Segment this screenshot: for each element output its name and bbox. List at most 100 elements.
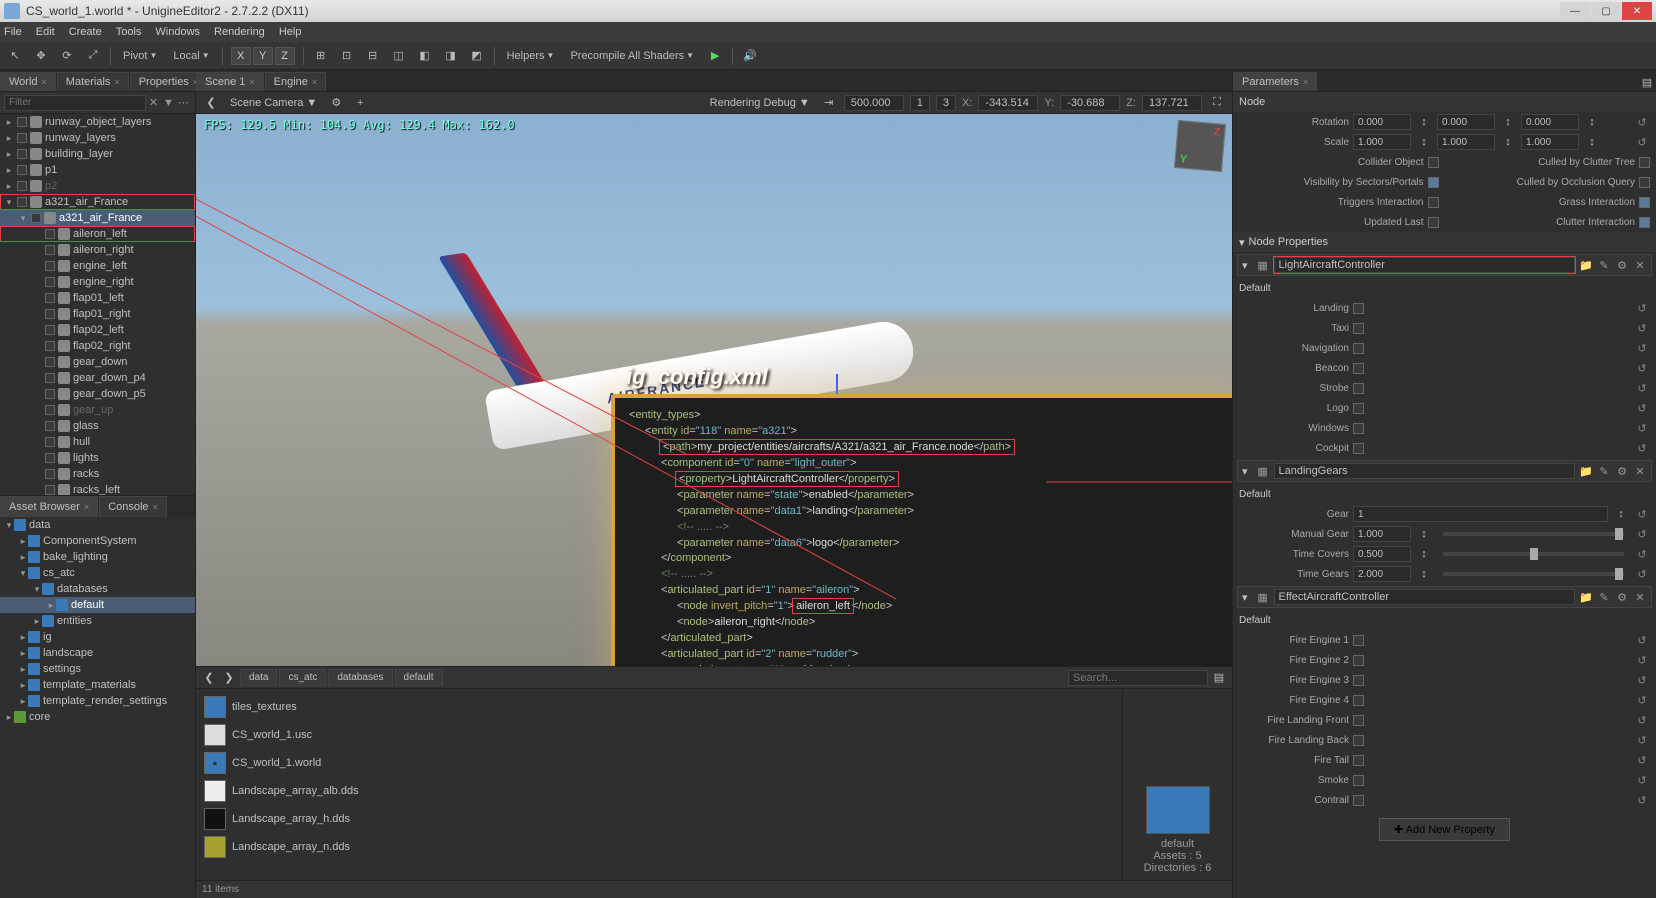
vp-x[interactable]: -343.514: [978, 95, 1038, 111]
tree-item[interactable]: lights: [0, 450, 195, 466]
axis-x[interactable]: X: [231, 47, 251, 65]
tree-item[interactable]: aileron_left: [0, 226, 195, 242]
sound-icon[interactable]: 🔊: [741, 47, 759, 65]
render-debug-dropdown[interactable]: Rendering Debug ▼: [706, 97, 814, 109]
reset-icon[interactable]: ↺: [1634, 136, 1650, 149]
asset-back-icon[interactable]: ❮: [200, 669, 218, 687]
folder-item[interactable]: ▸landscape: [0, 645, 195, 661]
tree-item[interactable]: ▾a321_air_France: [0, 194, 195, 210]
asset-view-icon[interactable]: ▤: [1210, 669, 1228, 687]
vp-back-icon[interactable]: ❮: [202, 94, 220, 112]
filter-icon[interactable]: ▼: [161, 95, 176, 111]
reset-icon[interactable]: ↺: [1634, 116, 1650, 129]
rotate-icon[interactable]: ⟳: [58, 47, 76, 65]
tree-item[interactable]: engine_right: [0, 274, 195, 290]
crumb-default[interactable]: default: [395, 669, 443, 686]
tree-item[interactable]: ▸runway_layers: [0, 130, 195, 146]
tree-item[interactable]: ▸p2: [0, 178, 195, 194]
asset-item[interactable]: ●CS_world_1.world: [200, 749, 1118, 777]
asset-item[interactable]: Landscape_array_h.dds: [200, 805, 1118, 833]
snap4-icon[interactable]: ◫: [390, 47, 408, 65]
menu-help[interactable]: Help: [279, 26, 302, 38]
vp-fullscreen-icon[interactable]: ⛶: [1208, 94, 1226, 112]
snap3-icon[interactable]: ⊟: [364, 47, 382, 65]
folder-item[interactable]: ▸default: [0, 597, 195, 613]
play-icon[interactable]: ▶: [706, 47, 724, 65]
scale-icon[interactable]: ⤢: [84, 47, 102, 65]
maximize-button[interactable]: ▢: [1591, 2, 1621, 20]
tree-item[interactable]: gear_down: [0, 354, 195, 370]
pivot-dropdown[interactable]: Pivot▼: [119, 50, 161, 62]
minimize-button[interactable]: —: [1560, 2, 1590, 20]
vp-plus-icon[interactable]: +: [351, 94, 369, 112]
tree-item[interactable]: engine_left: [0, 258, 195, 274]
folder-item[interactable]: ▸bake_lighting: [0, 549, 195, 565]
tree-item[interactable]: ▸p1: [0, 162, 195, 178]
asset-item[interactable]: tiles_textures: [200, 693, 1118, 721]
clear-icon[interactable]: ✕: [146, 95, 161, 111]
asset-folder-tree[interactable]: ▾data▸ComponentSystem▸bake_lighting▾cs_a…: [0, 517, 195, 898]
folder-item[interactable]: ▸entities: [0, 613, 195, 629]
tree-item[interactable]: flap01_right: [0, 306, 195, 322]
folder-item[interactable]: ▸template_render_settings: [0, 693, 195, 709]
vp-z[interactable]: 137.721: [1142, 95, 1202, 111]
folder-item[interactable]: ▾data: [0, 517, 195, 533]
tree-item[interactable]: aileron_right: [0, 242, 195, 258]
asset-item[interactable]: Landscape_array_alb.dds: [200, 777, 1118, 805]
vp-y[interactable]: -30.688: [1060, 95, 1120, 111]
menu-rendering[interactable]: Rendering: [214, 26, 265, 38]
vp-speed[interactable]: 500.000: [844, 95, 904, 111]
add-new-property-button[interactable]: ✚ Add New Property: [1379, 818, 1510, 841]
tree-item[interactable]: racks: [0, 466, 195, 482]
menu-edit[interactable]: Edit: [36, 26, 55, 38]
folder-item[interactable]: ▾databases: [0, 581, 195, 597]
close-button[interactable]: ✕: [1622, 2, 1652, 20]
asset-fwd-icon[interactable]: ❯: [220, 669, 238, 687]
menu-windows[interactable]: Windows: [155, 26, 200, 38]
folder-item[interactable]: ▸ComponentSystem: [0, 533, 195, 549]
asset-search[interactable]: [1068, 670, 1208, 686]
tab-parameters[interactable]: Parameters×: [1233, 72, 1317, 91]
crumb-data[interactable]: data: [240, 669, 277, 686]
folder-item[interactable]: ▸ig: [0, 629, 195, 645]
helpers-dropdown[interactable]: Helpers▼: [503, 50, 559, 62]
axis-y[interactable]: Y: [253, 47, 273, 65]
crumb-csatc[interactable]: cs_atc: [279, 669, 326, 686]
menu-create[interactable]: Create: [69, 26, 102, 38]
asset-item[interactable]: CS_world_1.usc: [200, 721, 1118, 749]
tab-asset-browser[interactable]: Asset Browser×: [0, 496, 98, 517]
hierarchy-filter[interactable]: [4, 95, 146, 111]
tab-materials[interactable]: Materials×: [57, 72, 129, 91]
folder-item[interactable]: ▸template_materials: [0, 677, 195, 693]
viewport-3d[interactable]: FPS: 129.5 Min: 104.9 Avg: 129.4 Max: 16…: [196, 114, 1232, 666]
tree-item[interactable]: glass: [0, 418, 195, 434]
menu-tools[interactable]: Tools: [116, 26, 142, 38]
more-icon[interactable]: ⋯: [176, 95, 191, 111]
cursor-icon[interactable]: ↖: [6, 47, 24, 65]
asset-list[interactable]: tiles_texturesCS_world_1.usc●CS_world_1.…: [196, 689, 1122, 880]
vp-cam-n[interactable]: 1: [910, 95, 930, 111]
tree-item[interactable]: ▸building_layer: [0, 146, 195, 162]
asset-item[interactable]: Landscape_array_n.dds: [200, 833, 1118, 861]
menu-file[interactable]: File: [4, 26, 22, 38]
tree-item[interactable]: flap02_right: [0, 338, 195, 354]
tree-item[interactable]: flap02_left: [0, 322, 195, 338]
remove-icon[interactable]: ✕: [1633, 259, 1647, 272]
folder-icon[interactable]: 📁: [1579, 259, 1593, 272]
tree-item[interactable]: flap01_left: [0, 290, 195, 306]
move-icon[interactable]: ✥: [32, 47, 50, 65]
snap6-icon[interactable]: ◨: [442, 47, 460, 65]
tab-scene1[interactable]: Scene 1×: [196, 72, 264, 91]
view-cube[interactable]: YZ: [1174, 120, 1226, 172]
hierarchy-tree[interactable]: ▸runway_object_layers▸runway_layers▸buil…: [0, 114, 195, 495]
tab-console[interactable]: Console×: [99, 496, 167, 517]
tree-item[interactable]: ▸runway_object_layers: [0, 114, 195, 130]
folder-item[interactable]: ▸core: [0, 709, 195, 725]
tab-world[interactable]: World×: [0, 72, 56, 91]
tree-item[interactable]: hull: [0, 434, 195, 450]
precompile-button[interactable]: Precompile All Shaders▼: [566, 50, 698, 62]
tree-item[interactable]: gear_down_p4: [0, 370, 195, 386]
camera-dropdown[interactable]: Scene Camera ▼: [226, 97, 321, 109]
snap7-icon[interactable]: ◩: [468, 47, 486, 65]
tree-item[interactable]: ▾a321_air_France: [0, 210, 195, 226]
